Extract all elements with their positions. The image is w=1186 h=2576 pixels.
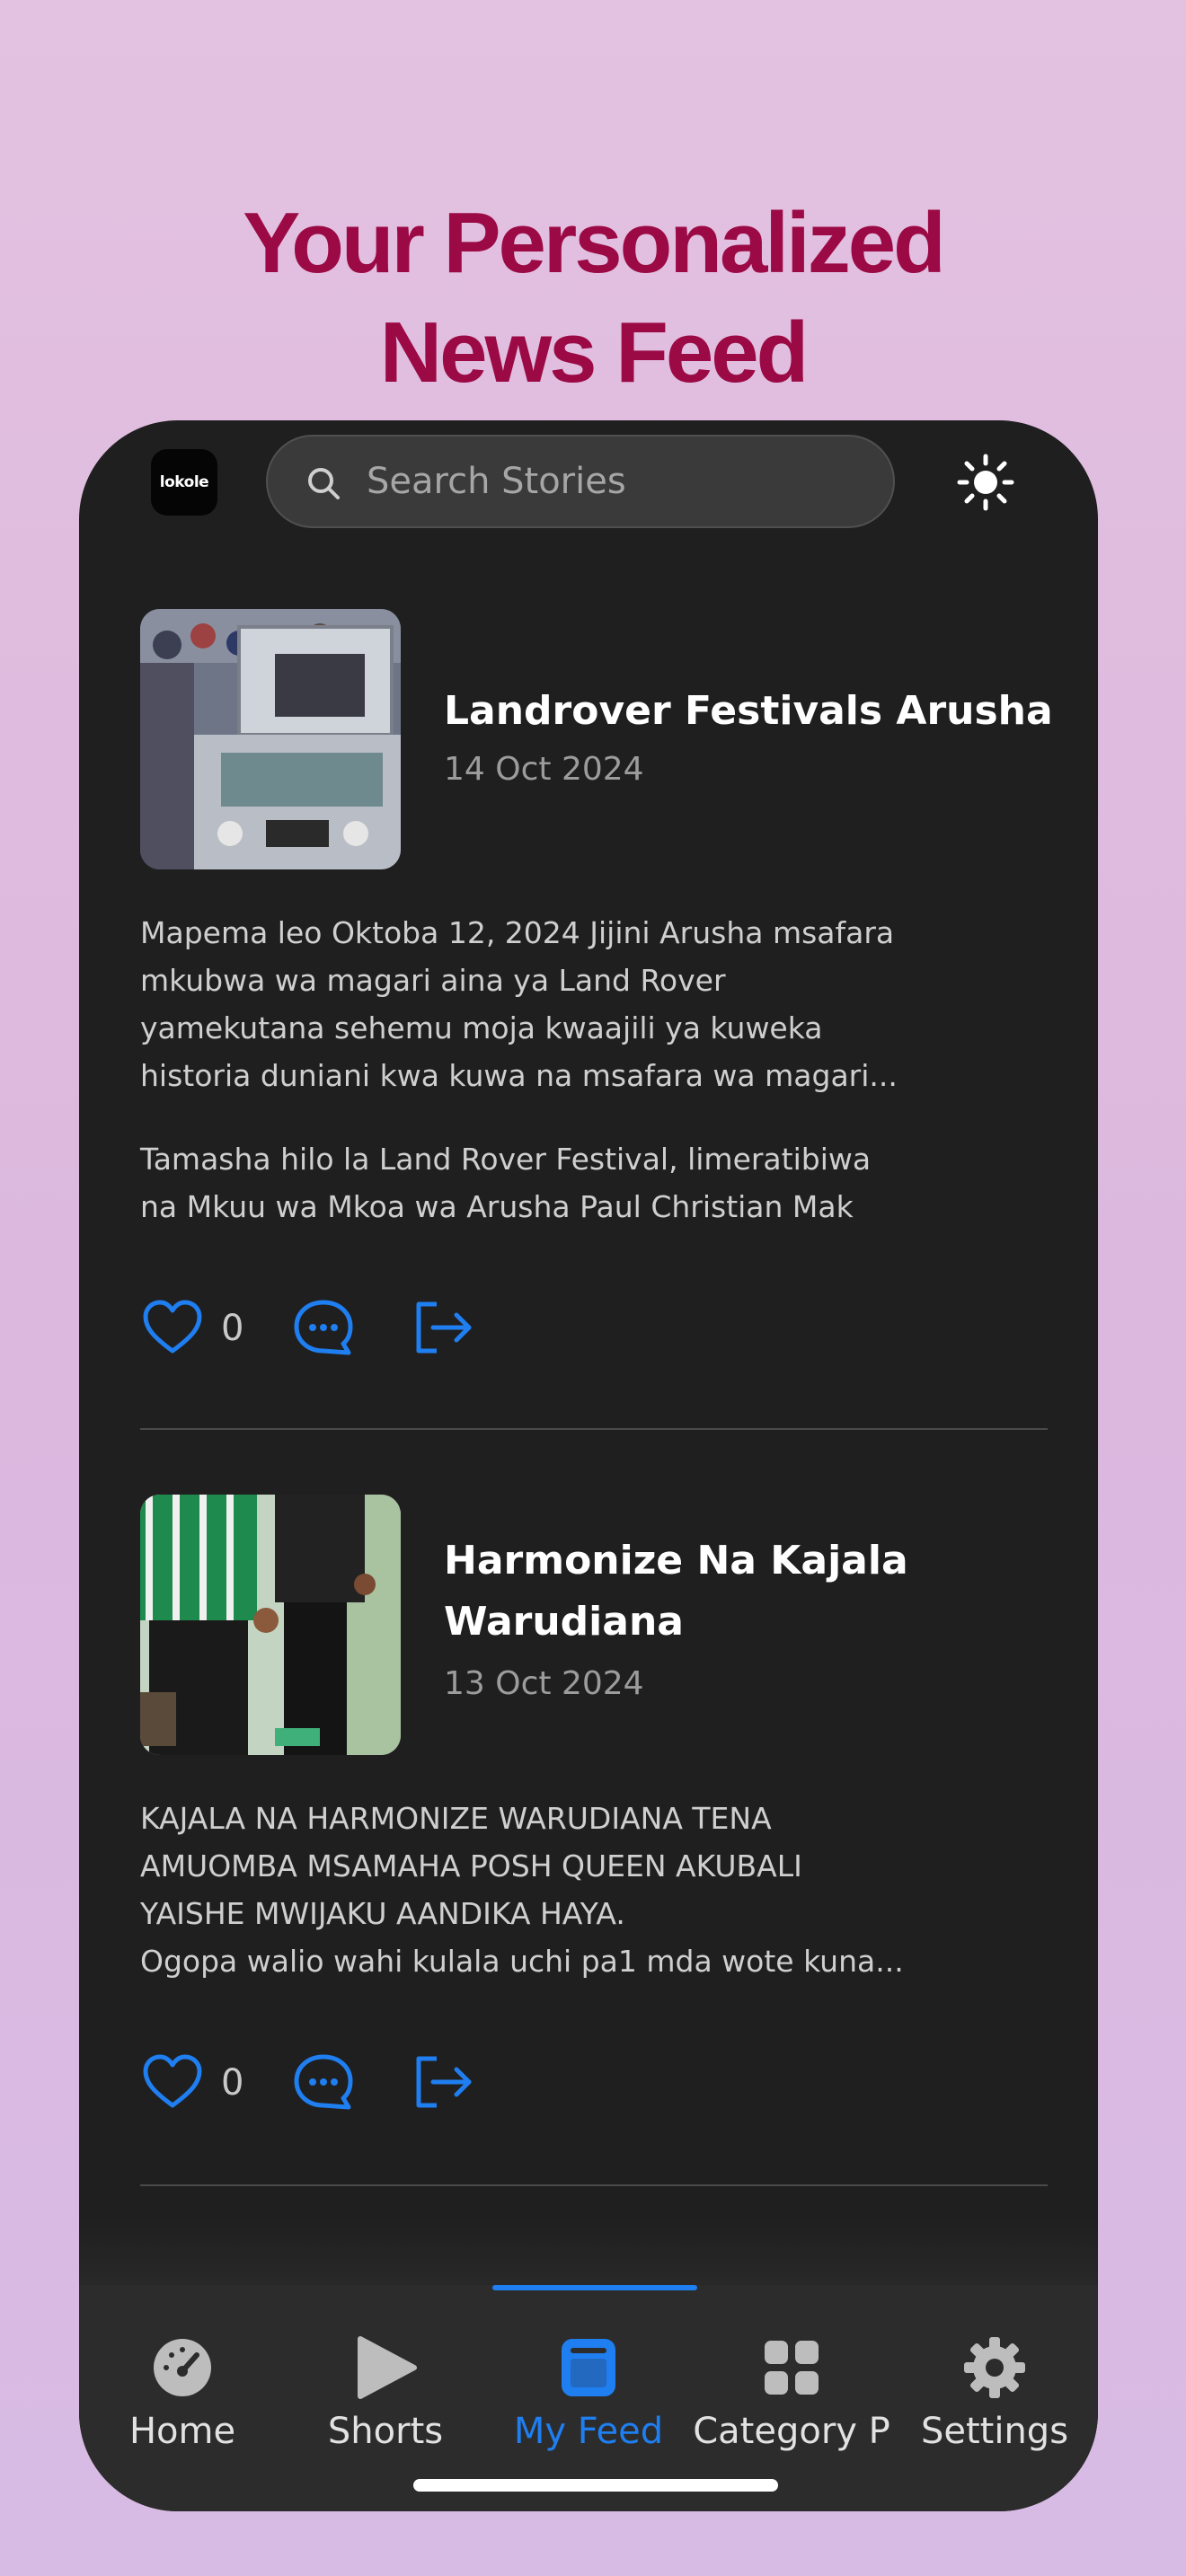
gear-icon: [964, 2337, 1025, 2398]
promo-headline-line2: News Feed: [379, 304, 810, 401]
app-logo[interactable]: lokole: [151, 449, 217, 516]
heart-icon[interactable]: [140, 1295, 205, 1360]
tab-shorts[interactable]: Shorts: [284, 2285, 487, 2456]
comment-icon[interactable]: [291, 1295, 356, 1360]
top-bar: lokole: [79, 420, 1098, 555]
news-card[interactable]: Landrover Festivals Arusha 14 Oct 2024 M…: [140, 609, 1053, 1498]
tab-category[interactable]: Category P: [690, 2285, 893, 2456]
news-thumbnail[interactable]: [140, 1495, 401, 1755]
card-divider: [140, 2184, 1048, 2186]
tab-settings[interactable]: Settings: [893, 2285, 1096, 2456]
news-title[interactable]: Harmonize Na Kajala Warudiana: [444, 1531, 947, 1653]
home-indicator: [413, 2479, 778, 2492]
grid-icon: [765, 2341, 819, 2395]
comment-icon[interactable]: [291, 2050, 356, 2114]
heart-icon[interactable]: [140, 2050, 205, 2114]
like-count: 0: [221, 2062, 244, 2104]
tab-my-feed[interactable]: My Feed: [487, 2285, 690, 2456]
tab-label: My Feed: [513, 2411, 664, 2452]
search-icon: [308, 468, 340, 499]
news-date: 13 Oct 2024: [444, 1665, 644, 1702]
news-excerpt-continued: Tamasha hilo la Land Rover Festival, lim…: [140, 1142, 872, 1224]
gauge-icon: [154, 2339, 211, 2396]
news-excerpt: KAJALA NA HARMONIZE WARUDIANA TENA AMUOM…: [140, 1801, 904, 1979]
feed-icon: [562, 2339, 615, 2396]
news-excerpt: Mapema leo Oktoba 12, 2024 Jijini Arusha…: [140, 915, 898, 1093]
tab-label: Shorts: [327, 2411, 444, 2452]
bottom-tab-bar: Home Shorts My Feed Category P Settings: [79, 2285, 1098, 2511]
share-icon[interactable]: [410, 1295, 474, 1360]
phone-screen: lokole Search Stories Landrover Festival…: [79, 420, 1098, 2511]
tab-home[interactable]: Home: [81, 2285, 284, 2456]
news-actions: 0: [140, 2050, 589, 2122]
news-date: 14 Oct 2024: [444, 751, 644, 788]
news-actions: 0: [140, 1295, 589, 1367]
promo-headline-line1: Your Personalized: [243, 195, 945, 291]
like-count: 0: [221, 1308, 244, 1349]
news-card[interactable]: Harmonize Na Kajala Warudiana 13 Oct 202…: [140, 1495, 1048, 2258]
tab-label: Home: [128, 2411, 236, 2452]
sun-icon[interactable]: [956, 453, 1015, 512]
share-icon[interactable]: [410, 2050, 474, 2114]
news-thumbnail[interactable]: [140, 609, 401, 869]
search-bar[interactable]: [266, 435, 895, 528]
tab-label: Settings: [920, 2411, 1069, 2452]
promo-headline: Your Personalized News Feed: [0, 189, 1186, 408]
play-icon: [358, 2336, 417, 2399]
card-divider: [140, 1428, 1048, 1430]
tab-label: Category P: [693, 2411, 890, 2452]
search-input[interactable]: [367, 437, 870, 526]
news-title[interactable]: Landrover Festivals Arusha: [444, 681, 1055, 742]
